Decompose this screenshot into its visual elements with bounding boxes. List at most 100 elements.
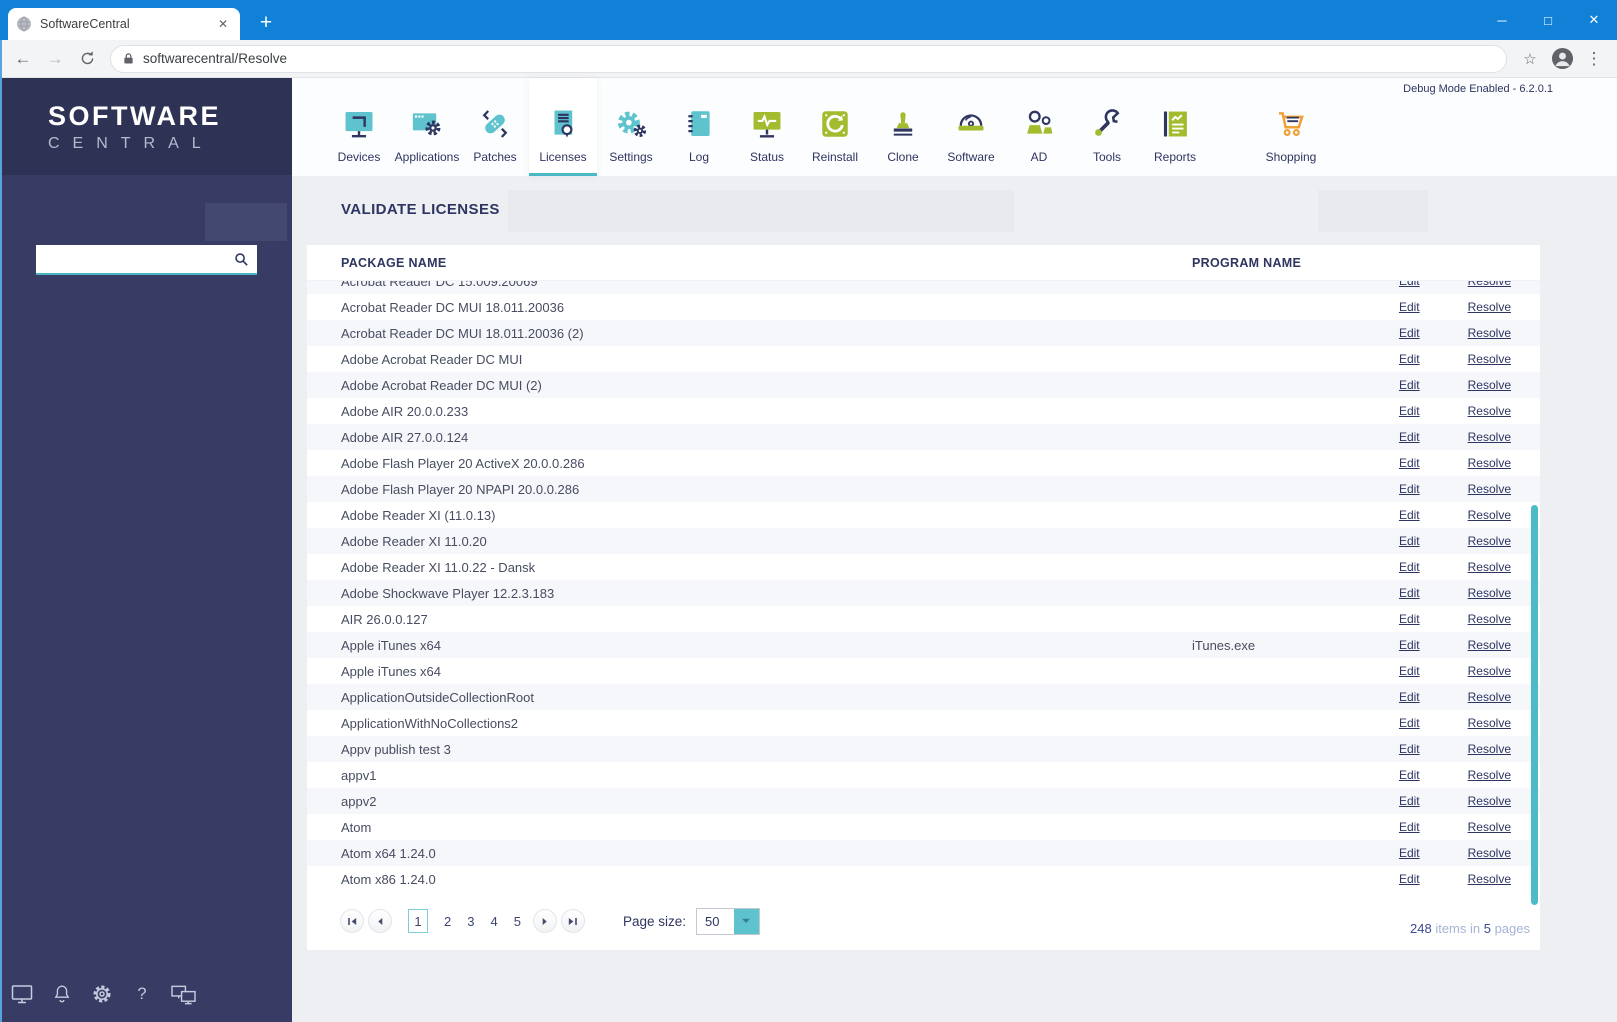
monitor-icon[interactable]: [10, 982, 34, 1006]
edit-link[interactable]: Edit: [1399, 742, 1420, 756]
nav-item-software[interactable]: Software: [937, 78, 1005, 176]
window-close-button[interactable]: ✕: [1571, 0, 1617, 40]
nav-item-devices[interactable]: Devices: [325, 78, 393, 176]
gear-icon[interactable]: [90, 982, 114, 1006]
tab-close-icon[interactable]: ✕: [214, 17, 232, 31]
page-size-dropdown[interactable]: 50: [695, 907, 760, 935]
edit-link[interactable]: Edit: [1399, 872, 1420, 886]
resolve-link[interactable]: Resolve: [1468, 872, 1511, 886]
edit-link[interactable]: Edit: [1399, 378, 1420, 392]
resolve-link[interactable]: Resolve: [1468, 281, 1511, 288]
edit-link[interactable]: Edit: [1399, 716, 1420, 730]
prev-page-button[interactable]: [368, 909, 392, 933]
resolve-link[interactable]: Resolve: [1468, 846, 1511, 860]
resolve-link[interactable]: Resolve: [1468, 638, 1511, 652]
main-area: Debug Mode Enabled - 6.2.0.1 Devices Appl…: [292, 78, 1617, 1022]
nav-item-clone[interactable]: Clone: [869, 78, 937, 176]
resolve-link[interactable]: Resolve: [1468, 560, 1511, 574]
resolve-link[interactable]: Resolve: [1468, 300, 1511, 314]
package-name-cell: Adobe Flash Player 20 NPAPI 20.0.0.286: [341, 481, 580, 497]
nav-item-shopping[interactable]: Shopping: [1257, 78, 1325, 176]
url-bar[interactable]: softwarecentral/Resolve: [110, 44, 1507, 73]
resolve-link[interactable]: Resolve: [1468, 508, 1511, 522]
nav-item-settings[interactable]: Settings: [597, 78, 665, 176]
edit-link[interactable]: Edit: [1399, 404, 1420, 418]
package-name-cell: Adobe Reader XI (11.0.13): [341, 507, 496, 523]
remote-desktop-icon[interactable]: [170, 983, 197, 1006]
resolve-link[interactable]: Resolve: [1468, 586, 1511, 600]
nav-item-reinstall[interactable]: Reinstall: [801, 78, 869, 176]
window-maximize-button[interactable]: □: [1525, 0, 1571, 40]
edit-link[interactable]: Edit: [1399, 664, 1420, 678]
nav-item-ad[interactable]: AD: [1005, 78, 1073, 176]
sidebar-search-input[interactable]: [36, 245, 234, 273]
page-number-3[interactable]: 3: [467, 914, 474, 929]
resolve-link[interactable]: Resolve: [1468, 820, 1511, 834]
edit-link[interactable]: Edit: [1399, 846, 1420, 860]
nav-item-reports[interactable]: Reports: [1141, 78, 1209, 176]
next-page-button[interactable]: [532, 909, 557, 933]
edit-link[interactable]: Edit: [1399, 352, 1420, 366]
nav-item-licenses[interactable]: Licenses: [529, 78, 597, 176]
resolve-link[interactable]: Resolve: [1468, 326, 1511, 340]
program-name-cell: iTunes.exe: [1192, 637, 1256, 653]
page-number-2[interactable]: 2: [444, 914, 451, 929]
edit-link[interactable]: Edit: [1399, 300, 1420, 314]
first-page-button[interactable]: [340, 909, 364, 933]
resolve-link[interactable]: Resolve: [1468, 482, 1511, 496]
resolve-link[interactable]: Resolve: [1468, 456, 1511, 470]
nav-item-applications[interactable]: Applications: [393, 78, 461, 176]
patches-icon: [478, 103, 512, 145]
edit-link[interactable]: Edit: [1399, 612, 1420, 626]
browser-tab[interactable]: SoftwareCentral ✕: [8, 8, 240, 40]
resolve-link[interactable]: Resolve: [1468, 664, 1511, 678]
resolve-link[interactable]: Resolve: [1468, 430, 1511, 444]
edit-link[interactable]: Edit: [1399, 690, 1420, 704]
edit-link[interactable]: Edit: [1399, 456, 1420, 470]
nav-item-log[interactable]: Log: [665, 78, 733, 176]
resolve-link[interactable]: Resolve: [1468, 378, 1511, 392]
forward-button[interactable]: →: [40, 45, 70, 73]
edit-link[interactable]: Edit: [1399, 560, 1420, 574]
reload-button[interactable]: [72, 45, 102, 73]
edit-link[interactable]: Edit: [1399, 326, 1420, 340]
table-scrollbar[interactable]: [1531, 505, 1538, 905]
avatar-icon[interactable]: [1547, 45, 1577, 73]
resolve-link[interactable]: Resolve: [1468, 690, 1511, 704]
last-page-button[interactable]: [560, 909, 585, 933]
edit-link[interactable]: Edit: [1399, 534, 1420, 548]
nav-item-patches[interactable]: Patches: [461, 78, 529, 176]
edit-link[interactable]: Edit: [1399, 430, 1420, 444]
back-button[interactable]: ←: [8, 45, 38, 73]
help-icon[interactable]: ?: [131, 983, 153, 1005]
resolve-link[interactable]: Resolve: [1468, 404, 1511, 418]
edit-link[interactable]: Edit: [1399, 508, 1420, 522]
resolve-link[interactable]: Resolve: [1468, 742, 1511, 756]
edit-link[interactable]: Edit: [1399, 820, 1420, 834]
bell-icon[interactable]: [51, 983, 73, 1005]
resolve-link[interactable]: Resolve: [1468, 612, 1511, 626]
resolve-link[interactable]: Resolve: [1468, 768, 1511, 782]
edit-link[interactable]: Edit: [1399, 768, 1420, 782]
window-minimize-button[interactable]: ─: [1479, 0, 1525, 40]
shopping-icon: [1274, 103, 1308, 145]
edit-link[interactable]: Edit: [1399, 281, 1420, 288]
page-number-5[interactable]: 5: [514, 914, 521, 929]
chevron-down-icon[interactable]: [733, 908, 759, 934]
new-tab-button[interactable]: +: [252, 9, 280, 37]
resolve-link[interactable]: Resolve: [1468, 716, 1511, 730]
resolve-link[interactable]: Resolve: [1468, 352, 1511, 366]
resolve-link[interactable]: Resolve: [1468, 534, 1511, 548]
edit-link[interactable]: Edit: [1399, 482, 1420, 496]
bookmark-star-icon[interactable]: ☆: [1515, 45, 1545, 73]
page-number-1-current[interactable]: 1: [408, 909, 428, 933]
search-icon[interactable]: [234, 252, 249, 267]
edit-link[interactable]: Edit: [1399, 638, 1420, 652]
page-number-4[interactable]: 4: [490, 914, 497, 929]
nav-item-status[interactable]: Status: [733, 78, 801, 176]
resolve-link[interactable]: Resolve: [1468, 794, 1511, 808]
edit-link[interactable]: Edit: [1399, 586, 1420, 600]
edit-link[interactable]: Edit: [1399, 794, 1420, 808]
nav-item-tools[interactable]: Tools: [1073, 78, 1141, 176]
browser-menu-icon[interactable]: ⋮: [1579, 45, 1609, 73]
